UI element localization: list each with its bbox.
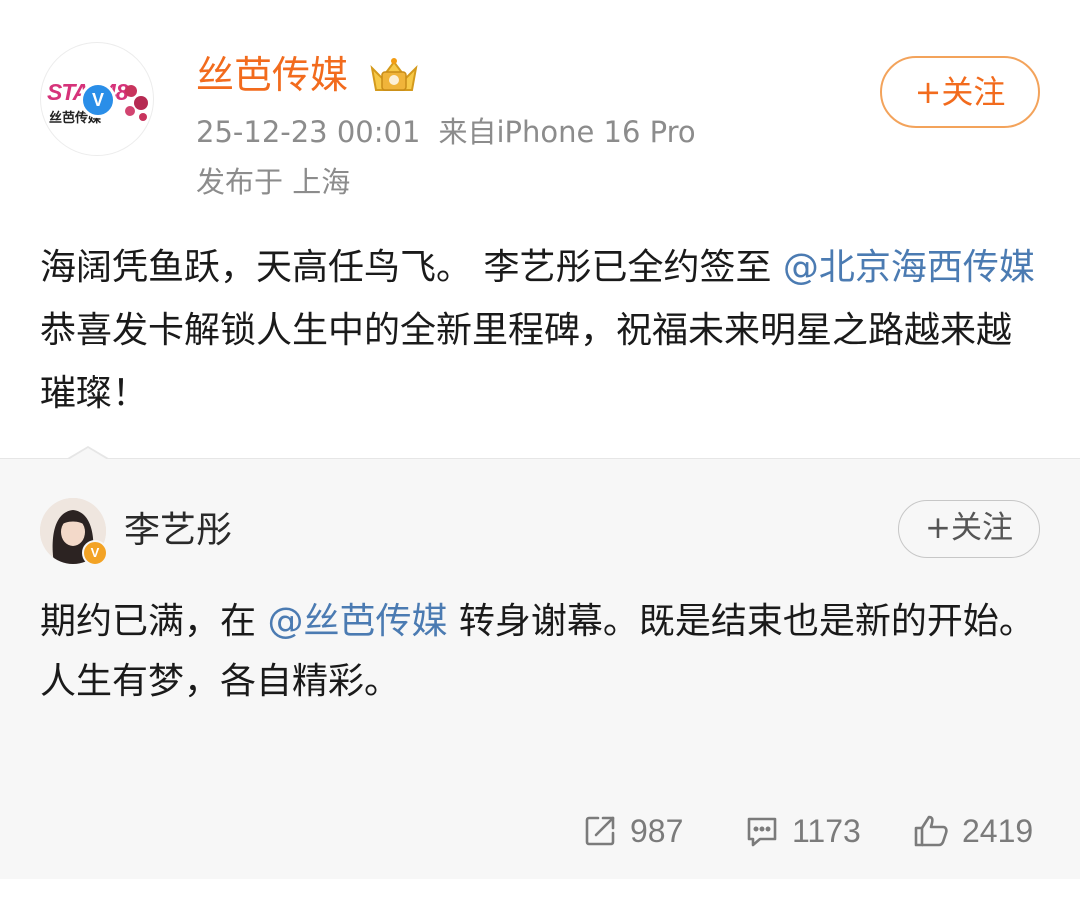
post-time: 25-12-23 00:01 xyxy=(196,115,421,149)
follow-button[interactable]: +关注 xyxy=(880,56,1040,128)
verified-blue-icon: V xyxy=(80,82,116,118)
repost-count: 987 xyxy=(630,812,684,849)
post-location: 发布于 上海 xyxy=(196,165,351,199)
like-count: 2419 xyxy=(962,812,1034,849)
post-text-part2: 恭喜发卡解锁人生中的全新里程碑，祝福未来明星之路越来越璀璨！ xyxy=(40,310,1013,414)
post-body: 海阔凭鱼跃，天高任鸟飞。 李艺彤已全约签至 @北京海西传媒 恭喜发卡解锁人生中的… xyxy=(40,236,1040,425)
repost-line1: 期约已满，在 @丝芭传媒 转身谢幕。既是结束也是新的开始。 xyxy=(40,592,1040,652)
repost-mention-link[interactable]: @丝芭传媒 xyxy=(267,601,447,642)
repost-line1-prefix: 期约已满，在 xyxy=(40,601,268,642)
post-author-name[interactable]: 丝芭传媒 xyxy=(196,50,348,100)
comment-action[interactable]: 1173 xyxy=(744,808,861,854)
repost-author-name[interactable]: 李艺彤 xyxy=(124,508,232,554)
like-action[interactable]: 2419 xyxy=(912,808,1033,854)
repost-follow-button[interactable]: +关注 xyxy=(898,500,1040,558)
share-arrow-icon xyxy=(585,816,615,846)
verified-gold-icon: V xyxy=(82,540,108,566)
repost-notch-fill xyxy=(68,448,108,460)
comment-bubble-icon xyxy=(747,817,777,847)
repost-body: 期约已满，在 @丝芭传媒 转身谢幕。既是结束也是新的开始。 人生有梦，各自精彩。 xyxy=(40,592,1040,712)
repost-action[interactable]: 987 xyxy=(582,808,683,854)
post-text-part1: 海阔凭鱼跃，天高任鸟飞。 李艺彤已全约签至 xyxy=(40,247,783,288)
repost-line1-suffix: 转身谢幕。既是结束也是新的开始。 xyxy=(447,601,1035,642)
comment-count: 1173 xyxy=(792,812,861,849)
mention-link[interactable]: @北京海西传媒 xyxy=(783,247,1035,288)
post-meta: 25-12-23 00:01 来自iPhone 16 Pro xyxy=(196,112,714,152)
logo-flower-icon xyxy=(125,85,148,121)
thumbs-up-icon xyxy=(914,815,948,847)
repost-line2: 人生有梦，各自精彩。 xyxy=(40,661,401,702)
post-source: 来自iPhone 16 Pro xyxy=(438,115,696,149)
post-header: STAR48 丝芭传媒 V 丝芭传媒 25-12-23 00:01来自iPhon… xyxy=(0,0,1080,230)
crown-badge-icon xyxy=(370,58,418,91)
